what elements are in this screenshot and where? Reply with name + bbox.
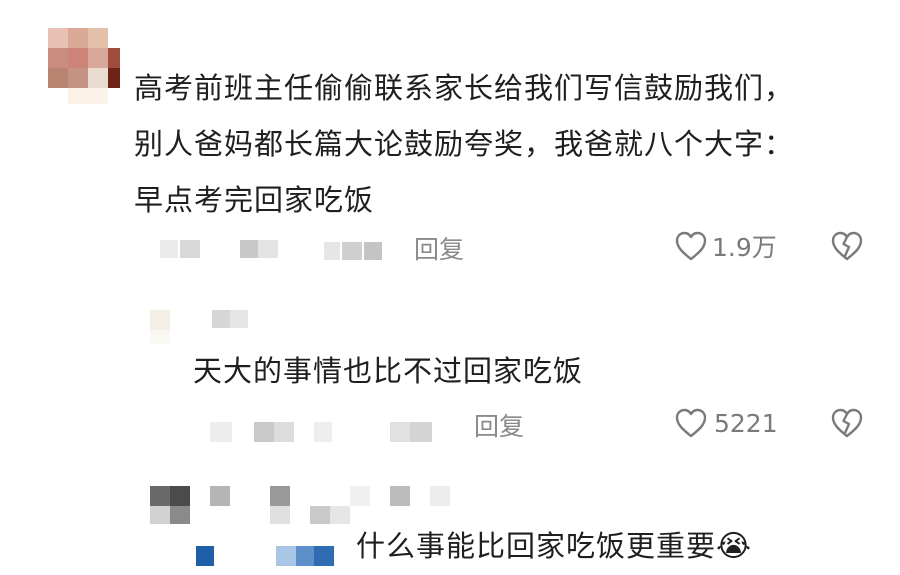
- reply-text: 天大的事情也比不过回家吃饭: [193, 354, 584, 388]
- comment-body: 高考前班主任偷偷联系家长给我们写信鼓励我们， 别人爸妈都长篇大论鼓励夸奖，我爸就…: [134, 60, 874, 228]
- like-count: 5221: [714, 408, 778, 438]
- heart-outline-icon: [674, 230, 708, 262]
- comment-text-line: 早点考完回家吃饭: [134, 183, 375, 217]
- avatar[interactable]: [48, 28, 120, 104]
- broken-heart-icon: [830, 407, 864, 439]
- reply-text-row: 什么事能比回家吃饭更重要😭: [356, 518, 752, 575]
- like-count: 1.9万: [712, 233, 777, 262]
- avatar[interactable]: [150, 310, 260, 346]
- reply-button[interactable]: 回复: [474, 407, 524, 443]
- comment-text-line: 别人爸妈都长篇大论鼓励夸奖，我爸就八个大字：: [134, 127, 795, 161]
- comment-meta-redacted: [160, 238, 390, 262]
- broken-heart-icon: [830, 230, 864, 262]
- comment-text-line: 高考前班主任偷偷联系家长给我们写信鼓励我们，: [134, 71, 795, 105]
- dislike-button[interactable]: [830, 407, 864, 439]
- reply-button[interactable]: 回复: [414, 230, 464, 266]
- reply-meta-redacted: [196, 544, 346, 568]
- reply-meta-redacted: [210, 420, 450, 444]
- like-button[interactable]: 5221: [674, 405, 778, 441]
- crying-emoji: 😭: [716, 529, 753, 564]
- reply-text: 什么事能比回家吃饭更重要: [356, 529, 717, 563]
- like-button[interactable]: 1.9万: [674, 228, 777, 264]
- dislike-button[interactable]: [830, 230, 864, 262]
- heart-outline-icon: [674, 407, 708, 439]
